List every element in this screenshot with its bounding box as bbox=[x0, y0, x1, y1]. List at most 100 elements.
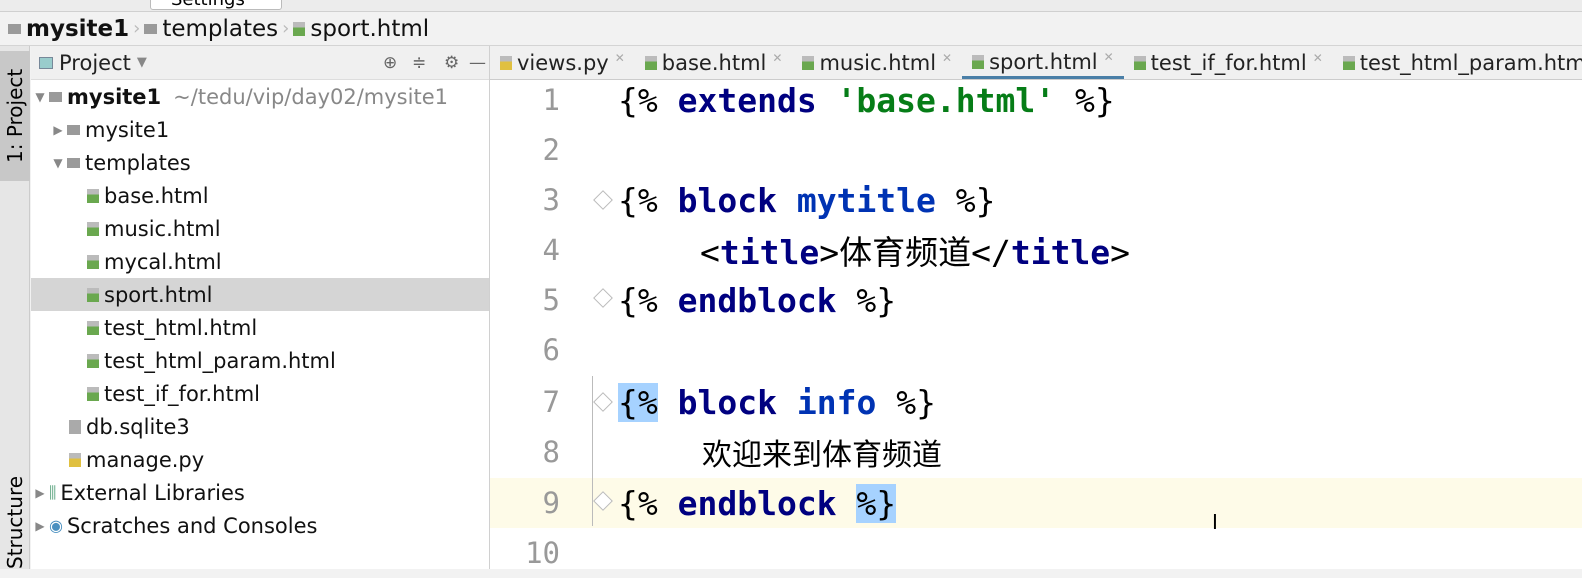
minimize-icon[interactable]: — bbox=[469, 53, 486, 73]
tree-item-label: test_html.html bbox=[104, 315, 258, 340]
tree-item[interactable]: test_if_for.html bbox=[31, 377, 489, 410]
tree-item[interactable]: ▶ ◉ Scratches and Consoles bbox=[31, 509, 489, 542]
tree-item-label: mycal.html bbox=[104, 249, 222, 274]
folder-icon bbox=[67, 124, 80, 135]
tree-item[interactable]: ▼ templates bbox=[31, 146, 489, 179]
chevron-right-icon[interactable]: ▶ bbox=[31, 519, 49, 533]
tab-label: base.html bbox=[661, 51, 767, 75]
chevron-right-icon: › bbox=[282, 18, 290, 39]
line-number: 9 bbox=[542, 486, 560, 520]
tab-label: test_if_for.html bbox=[1150, 51, 1307, 75]
code-editor[interactable]: 1 {% extends 'base.html' %} 2 3 {% block… bbox=[490, 80, 1582, 570]
code-line: 6 bbox=[490, 325, 1582, 375]
close-icon[interactable]: ✕ bbox=[615, 51, 625, 65]
tree-root[interactable]: ▼ mysite1 ~/tedu/vip/day02/mysite1 bbox=[31, 80, 489, 113]
tab-label: music.html bbox=[819, 51, 937, 75]
chevron-down-icon[interactable]: ▼ bbox=[137, 55, 147, 70]
line-number: 2 bbox=[542, 133, 560, 167]
breadcrumb-item[interactable]: mysite1 bbox=[26, 16, 129, 42]
line-number: 7 bbox=[542, 385, 560, 419]
tree-item-label: test_html_param.html bbox=[104, 348, 336, 373]
project-panel: Project ▼ ⊕ ≑ ⚙ — ▼ mysite1 ~/tedu/vip/d… bbox=[31, 46, 490, 569]
tree-item[interactable]: db.sqlite3 bbox=[31, 410, 489, 443]
html-file-icon bbox=[87, 254, 99, 269]
scratches-icon: ◉ bbox=[49, 516, 63, 535]
run-config-select[interactable]: Settings bbox=[150, 0, 282, 10]
line-number: 4 bbox=[542, 233, 560, 267]
tab-label: test_html_param.html bbox=[1359, 51, 1582, 75]
code-line: 1 {% extends 'base.html' %} bbox=[490, 75, 1582, 125]
tree-item-label: templates bbox=[85, 150, 191, 175]
line-number: 10 bbox=[525, 536, 560, 570]
breadcrumb-item[interactable]: templates bbox=[162, 16, 278, 42]
library-icon: ⫼ bbox=[49, 482, 57, 502]
chevron-down-icon[interactable]: ▼ bbox=[31, 90, 49, 104]
tree-item-label: External Libraries bbox=[60, 480, 245, 505]
locate-icon[interactable]: ⊕ bbox=[383, 53, 397, 73]
tool-tab-project[interactable]: 1: Project bbox=[0, 51, 30, 181]
html-file-icon bbox=[972, 54, 985, 69]
gear-icon[interactable]: ⚙ bbox=[444, 53, 459, 73]
tree-item[interactable]: test_html.html bbox=[31, 311, 489, 344]
tree-item[interactable]: mycal.html bbox=[31, 245, 489, 278]
line-number: 3 bbox=[542, 183, 560, 217]
tree-item-selected[interactable]: sport.html bbox=[31, 278, 489, 311]
fold-marker-icon[interactable] bbox=[593, 288, 613, 308]
close-icon[interactable]: ✕ bbox=[1104, 50, 1114, 64]
collapse-all-icon[interactable]: ≑ bbox=[412, 53, 426, 73]
block-guide-line bbox=[592, 376, 593, 526]
tree-item-label: Scratches and Consoles bbox=[66, 513, 318, 538]
project-view-select[interactable]: Project bbox=[59, 51, 131, 75]
tool-tab-structure[interactable]: Structure bbox=[0, 476, 30, 569]
chevron-down-icon[interactable]: ▼ bbox=[49, 156, 67, 170]
fold-marker-icon[interactable] bbox=[593, 190, 613, 210]
tree-item-label: manage.py bbox=[86, 447, 205, 472]
folder-icon bbox=[49, 91, 62, 102]
html-file-icon bbox=[1342, 56, 1355, 70]
project-view-icon bbox=[39, 56, 53, 69]
html-file-icon bbox=[87, 221, 99, 236]
close-icon[interactable]: ✕ bbox=[1313, 51, 1323, 65]
tree-item-label: sport.html bbox=[104, 282, 213, 307]
line-number: 6 bbox=[542, 333, 560, 367]
breadcrumb: mysite1 › templates › sport.html bbox=[0, 12, 1582, 46]
chevron-right-icon[interactable]: ▶ bbox=[49, 123, 67, 137]
tree-item[interactable]: base.html bbox=[31, 179, 489, 212]
tree-item-label: mysite1 bbox=[85, 117, 170, 142]
main-toolbar: Settings bbox=[0, 0, 1582, 12]
html-file-icon bbox=[87, 320, 99, 335]
code-text: {% block mytitle %} bbox=[618, 180, 996, 220]
code-text: {% endblock %} bbox=[618, 483, 897, 523]
code-line: 3 {% block mytitle %} bbox=[490, 175, 1582, 225]
tree-item[interactable]: manage.py bbox=[31, 443, 489, 476]
folder-icon bbox=[67, 157, 80, 168]
tree-item[interactable]: music.html bbox=[31, 212, 489, 245]
close-icon[interactable]: ✕ bbox=[942, 51, 952, 65]
line-number: 5 bbox=[542, 283, 560, 317]
html-file-icon bbox=[87, 386, 99, 401]
folder-icon bbox=[8, 23, 21, 34]
fold-marker-icon[interactable] bbox=[593, 491, 613, 511]
database-file-icon bbox=[69, 419, 81, 434]
python-file-icon bbox=[500, 56, 512, 70]
project-panel-header: Project ▼ ⊕ ≑ ⚙ — bbox=[31, 46, 489, 80]
html-file-icon bbox=[87, 188, 99, 203]
breadcrumb-item[interactable]: sport.html bbox=[310, 16, 429, 42]
tree-item[interactable]: test_html_param.html bbox=[31, 344, 489, 377]
tree-item[interactable]: ▶ ⫼ External Libraries bbox=[31, 476, 489, 509]
html-file-icon bbox=[87, 287, 99, 302]
tab-label: sport.html bbox=[989, 49, 1098, 74]
tree-item-label: test_if_for.html bbox=[104, 381, 261, 406]
line-number: 1 bbox=[542, 83, 560, 117]
html-file-icon bbox=[293, 21, 306, 36]
python-file-icon bbox=[69, 452, 81, 467]
html-file-icon bbox=[802, 56, 815, 70]
html-file-icon bbox=[644, 56, 657, 70]
tree-item-label: music.html bbox=[104, 216, 221, 241]
chevron-right-icon[interactable]: ▶ bbox=[31, 486, 49, 500]
tree-item[interactable]: ▶ mysite1 bbox=[31, 113, 489, 146]
close-icon[interactable]: ✕ bbox=[772, 51, 782, 65]
code-text: 欢迎来到体育频道 bbox=[702, 438, 942, 473]
fold-marker-icon[interactable] bbox=[593, 392, 613, 412]
code-line-current: 9 {% endblock %} bbox=[490, 478, 1582, 528]
